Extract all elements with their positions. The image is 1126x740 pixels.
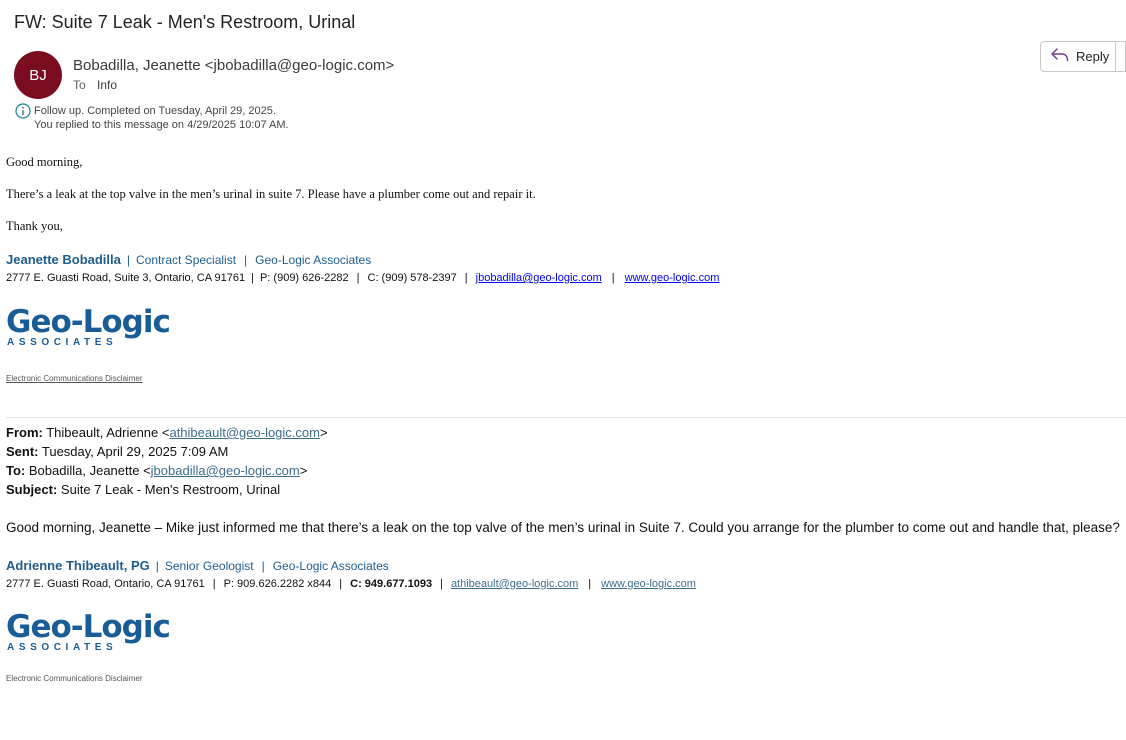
forwarded-from: From: Thibeault, Adrienne <athibeault@ge… xyxy=(6,425,328,440)
subject-label: Subject: xyxy=(6,482,58,497)
company-logo-2[interactable]: Geo-Logic ASSOCIATES xyxy=(6,609,171,653)
to-email-link[interactable]: jbobadilla@geo-logic.com xyxy=(151,463,300,478)
signature2-contact-line: 2777 E. Guasti Road, Ontario, CA 91761 | P… xyxy=(6,578,696,590)
recipient-line: To Info xyxy=(73,78,117,92)
signature-address: 2777 E. Guasti Road, Suite 3, Ontario, C… xyxy=(6,272,246,284)
sent-value: Tuesday, April 29, 2025 7:09 AM xyxy=(41,444,229,459)
signature2-company: Geo-Logic Associates xyxy=(272,559,389,573)
forwarded-sent: Sent: Tuesday, April 29, 2025 7:09 AM xyxy=(6,444,228,459)
signature-contact-line: 2777 E. Guasti Road, Suite 3, Ontario, C… xyxy=(6,272,720,284)
followup-status: Follow up. Completed on Tuesday, April 2… xyxy=(34,105,276,117)
from-email-link[interactable]: athibeault@geo-logic.com xyxy=(169,425,320,440)
signature2-title: Senior Geologist xyxy=(164,559,254,573)
from-name: Thibeault, Adrienne < xyxy=(46,425,170,440)
signature-website-link[interactable]: www.geo-logic.com xyxy=(625,272,720,284)
reply-arrow-icon xyxy=(1051,48,1069,65)
signature2-cell: C: 949.677.1093 xyxy=(350,578,433,590)
to-name: Bobadilla, Jeanette < xyxy=(28,463,151,478)
sender-line[interactable]: Bobadilla, Jeanette <jbobadilla@geo-logi… xyxy=(73,57,394,74)
message-divider xyxy=(6,417,1126,418)
to-field-label: To: xyxy=(6,463,26,478)
from-label: From: xyxy=(6,425,43,440)
sent-label: Sent: xyxy=(6,444,39,459)
forwarded-to: To: Bobadilla, Jeanette <jbobadilla@geo-… xyxy=(6,463,307,478)
reply-button[interactable]: Reply xyxy=(1040,41,1126,72)
signature2-address: 2777 E. Guasti Road, Ontario, CA 91761 xyxy=(6,578,205,590)
forwarded-subject: Subject: Suite 7 Leak - Men's Restroom, … xyxy=(6,482,280,497)
followup-info: Follow up. Completed on Tuesday, April 2… xyxy=(34,104,289,132)
to-label: To xyxy=(73,78,86,92)
signature-email-link[interactable]: jbobadilla@geo-logic.com xyxy=(476,272,602,284)
signature-name: Jeanette Bobadilla xyxy=(6,252,121,267)
info-icon xyxy=(15,103,31,124)
sender-name[interactable]: Bobadilla, Jeanette xyxy=(73,57,201,74)
signature-company: Geo-Logic Associates xyxy=(255,253,372,267)
disclaimer-text[interactable]: Electronic Communications Disclaimer xyxy=(6,674,142,683)
email-subject: FW: Suite 7 Leak - Men's Restroom, Urina… xyxy=(14,12,356,32)
forwarded-body: Good morning, Jeanette – Mike just infor… xyxy=(6,520,1120,535)
avatar-initials: BJ xyxy=(29,66,47,84)
signature2-name-line: Adrienne Thibeault, PG | Senior Geologist |… xyxy=(6,558,389,573)
message-body: There’s a leak at the top valve in the m… xyxy=(6,187,536,201)
signature-name-line: Jeanette Bobadilla | Contract Specialist | G… xyxy=(6,252,372,267)
replied-status: You replied to this message on 4/29/2025… xyxy=(34,119,289,131)
reply-dropdown-button[interactable] xyxy=(1115,41,1126,72)
message-closing: Thank you, xyxy=(6,219,63,233)
signature2-phone: P: 909.626.2282 x844 xyxy=(223,578,332,590)
sender-avatar[interactable]: BJ xyxy=(14,51,62,99)
logo-wordmark: Geo-Logic xyxy=(6,304,171,340)
signature-title: Contract Specialist xyxy=(136,253,237,267)
recipient-name[interactable]: Info xyxy=(97,78,117,92)
signature-cell: C: (909) 578-2397 xyxy=(367,272,457,284)
signature2-email-link[interactable]: athibeault@geo-logic.com xyxy=(451,578,578,590)
disclaimer-link[interactable]: Electronic Communications Disclaimer xyxy=(6,374,142,383)
sender-email[interactable]: <jbobadilla@geo-logic.com> xyxy=(205,57,395,74)
from-end: > xyxy=(319,425,328,440)
subject-value: Suite 7 Leak - Men's Restroom, Urinal xyxy=(60,482,281,497)
signature-phone: P: (909) 626-2282 xyxy=(259,272,349,284)
logo-wordmark: Geo-Logic xyxy=(6,609,171,645)
reply-label: Reply xyxy=(1076,49,1110,64)
company-logo[interactable]: Geo-Logic ASSOCIATES xyxy=(6,304,171,348)
signature2-website-link[interactable]: www.geo-logic.com xyxy=(601,578,696,590)
signature2-name: Adrienne Thibeault, PG xyxy=(6,558,150,573)
to-end: > xyxy=(299,463,308,478)
message-greeting: Good morning, xyxy=(6,155,83,169)
